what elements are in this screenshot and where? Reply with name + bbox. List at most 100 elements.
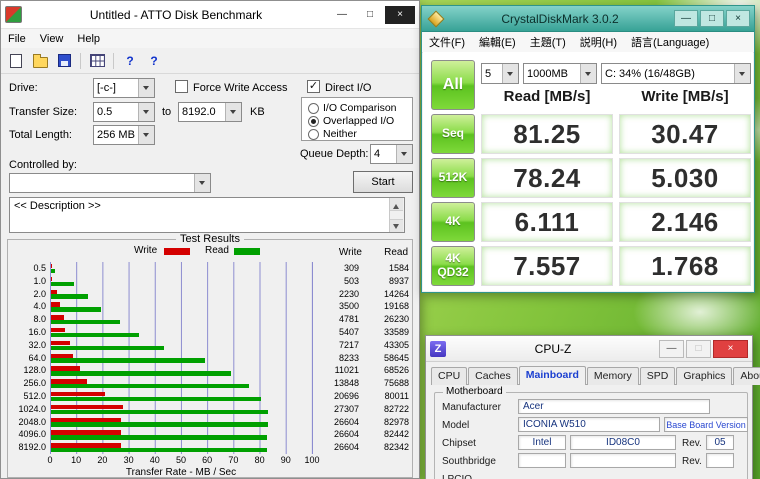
transfer-size-tick: 4096.0 [10, 428, 50, 441]
atto-maximize-button[interactable]: □ [357, 6, 383, 24]
start-button[interactable]: Start [353, 171, 413, 193]
southbridge-model-field[interactable] [570, 453, 676, 468]
view-grid-button[interactable] [86, 51, 108, 71]
transfer-size-label: Transfer Size: [9, 106, 77, 118]
save-button[interactable] [53, 51, 75, 71]
cdm-button-512k[interactable]: 512K [431, 158, 475, 198]
write-bar [51, 354, 73, 358]
write-value: 7217 [313, 339, 365, 352]
cdm-test-count-select[interactable]: 5 [481, 63, 519, 84]
description-scrollbar[interactable] [389, 198, 404, 232]
atto-menu-view[interactable]: View [33, 29, 71, 48]
io-radio-overlapped-i-o[interactable] [308, 116, 319, 127]
chipset-rev-field[interactable]: 05 [706, 435, 734, 450]
chipset-vendor-field[interactable]: Intel [518, 435, 566, 450]
new-file-button[interactable] [5, 51, 27, 71]
cdm-menu-item[interactable]: 文件(F) [422, 32, 472, 52]
transfer-size-from-select[interactable]: 0.5 [93, 102, 155, 122]
io-radio-neither[interactable] [308, 129, 319, 140]
tab-cpu[interactable]: CPU [431, 367, 467, 385]
total-length-select[interactable]: 256 MB [93, 125, 155, 145]
atto-close-button[interactable]: × [385, 6, 415, 24]
x-tick-label: 60 [202, 455, 212, 465]
read-value: 82722 [365, 403, 411, 416]
cdm-button-4k-qd32[interactable]: 4K QD32 [431, 246, 475, 286]
cdm-button-4k[interactable]: 4K [431, 202, 475, 242]
maximize-icon: □ [695, 343, 701, 354]
chevron-down-icon [138, 79, 154, 97]
tab-spd[interactable]: SPD [640, 367, 676, 385]
tab-about[interactable]: About [733, 367, 760, 385]
io-option-label: Neither [323, 128, 357, 140]
description-box[interactable]: << Description >> [9, 197, 405, 233]
transfer-size-to-select[interactable]: 8192.0 [178, 102, 242, 122]
io-radio-i-o-comparison[interactable] [308, 103, 319, 114]
help-button[interactable]: ? [119, 51, 141, 71]
write-value: 11021 [313, 364, 365, 377]
minimize-icon: — [681, 13, 691, 24]
cdm-all-button[interactable]: All [431, 60, 475, 110]
controlled-by-select[interactable] [9, 173, 211, 193]
cdm-menu-item[interactable]: 主題(T) [523, 32, 573, 52]
atto-chart-row: 32.0721743305 [10, 339, 410, 352]
atto-minimize-button[interactable]: — [329, 6, 355, 24]
chipset-model-field[interactable]: ID08C0 [570, 435, 676, 450]
read-bar [51, 320, 120, 324]
cdm-titlebar[interactable]: CrystalDiskMark 3.0.2 — □ × [422, 6, 754, 32]
write-bar [51, 315, 64, 319]
cdm-button-seq[interactable]: Seq [431, 114, 475, 154]
drive-select[interactable]: [-c-] [93, 78, 155, 98]
atto-menu-help[interactable]: Help [70, 29, 107, 48]
read-bar [51, 282, 74, 286]
tab-caches[interactable]: Caches [468, 367, 518, 385]
write-value: 309 [313, 262, 365, 275]
cdm-test-size-select[interactable]: 1000MB [523, 63, 597, 84]
total-length-label: Total Length: [9, 129, 72, 141]
write-header: Write [MB/s] [619, 88, 751, 105]
queue-depth-select[interactable]: 4 [370, 144, 413, 164]
chart-plot-cell [50, 364, 313, 377]
write-value: 13848 [313, 377, 365, 390]
read-bar [51, 371, 231, 375]
tab-mainboard[interactable]: Mainboard [519, 366, 586, 385]
cdm-target-drive-select[interactable]: C: 34% (16/48GB) [601, 63, 751, 84]
cdm-menu-item[interactable]: 説明(H) [573, 32, 624, 52]
transfer-size-tick: 2.0 [10, 288, 50, 301]
cdm-close-button[interactable]: × [726, 10, 750, 27]
write-value: 3500 [313, 300, 365, 313]
cpuz-minimize-button[interactable]: — [659, 340, 684, 358]
read-bar [51, 333, 139, 337]
model-version-field[interactable]: Base Board Version [664, 417, 748, 432]
tab-graphics[interactable]: Graphics [676, 367, 732, 385]
cpuz-maximize-button[interactable]: □ [686, 340, 711, 358]
cpuz-titlebar[interactable]: Z CPU-Z — □ × [426, 336, 752, 362]
atto-menu-file[interactable]: File [1, 29, 33, 48]
manufacturer-field[interactable]: Acer [518, 399, 710, 414]
cdm-maximize-button[interactable]: □ [700, 10, 724, 27]
x-tick-label: 20 [97, 455, 107, 465]
cdm-test-row: 512K78.245.030 [431, 158, 753, 198]
southbridge-rev-field[interactable] [706, 453, 734, 468]
read-value: 1584 [365, 262, 411, 275]
open-file-button[interactable] [29, 51, 51, 71]
tab-memory[interactable]: Memory [587, 367, 639, 385]
model-field[interactable]: ICONIA W510 [518, 417, 660, 432]
southbridge-vendor-field[interactable] [518, 453, 566, 468]
test-results-title: Test Results [176, 233, 244, 245]
force-write-checkbox[interactable] [175, 80, 188, 93]
chart-plot-cell [50, 416, 313, 429]
x-tick-label: 70 [228, 455, 238, 465]
chevron-down-icon [138, 103, 154, 121]
cdm-minimize-button[interactable]: — [674, 10, 698, 27]
atto-chart-row: 64.0823358645 [10, 352, 410, 365]
direct-io-checkbox[interactable]: ✓ [307, 80, 320, 93]
atto-titlebar[interactable]: Untitled - ATTO Disk Benchmark — □ × [1, 1, 419, 29]
write-value: 26604 [313, 416, 365, 429]
context-help-button[interactable]: ? [143, 51, 165, 71]
io-option-row: Overlapped I/O [308, 115, 412, 127]
read-bar [51, 384, 249, 388]
cpuz-close-button[interactable]: × [713, 340, 748, 358]
cdm-menu-item[interactable]: 編輯(E) [472, 32, 523, 52]
read-bar [51, 397, 261, 401]
cdm-menu-item[interactable]: 語言(Language) [624, 32, 716, 52]
